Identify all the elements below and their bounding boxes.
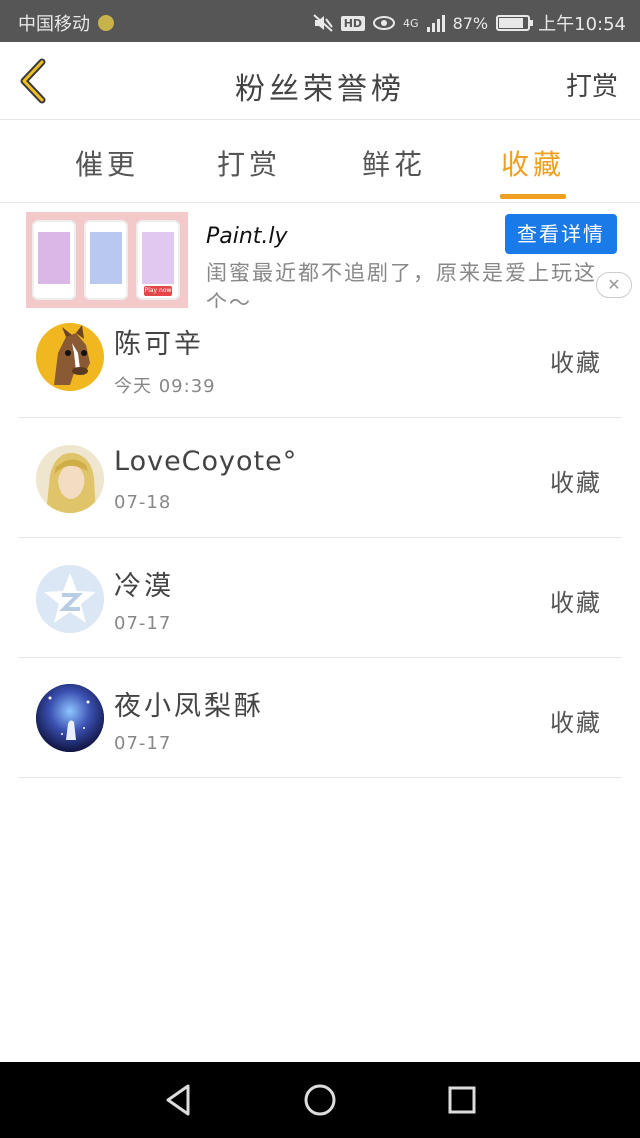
page-title: 粉丝荣誉榜 bbox=[235, 72, 405, 107]
ad-close-button[interactable]: ✕ bbox=[596, 272, 632, 298]
qq-zone-star-icon bbox=[36, 565, 104, 633]
ad-banner[interactable]: Play now Paint.ly 闺蜜最近都不追剧了，原来是爱上玩这个～ 查看… bbox=[0, 204, 640, 310]
status-bar: 中国移动 HD 4G 87% 上午10:54 bbox=[0, 0, 640, 42]
timestamp: 07-17 bbox=[114, 733, 172, 754]
tab-reward[interactable]: 打赏 bbox=[189, 143, 309, 183]
active-tab-indicator bbox=[500, 194, 566, 199]
ad-image: Play now bbox=[26, 212, 188, 308]
battery-percent: 87% bbox=[452, 13, 489, 33]
favorite-action[interactable]: 收藏 bbox=[550, 703, 602, 738]
user-name: 冷漠 bbox=[114, 571, 174, 602]
eye-comfort-icon bbox=[373, 16, 396, 30]
carrier-label: 中国移动 bbox=[18, 14, 90, 35]
timestamp: 07-18 bbox=[114, 492, 172, 513]
system-nav-bar bbox=[0, 1062, 640, 1138]
hd-badge: HD bbox=[340, 15, 366, 31]
back-nav-icon[interactable] bbox=[160, 1082, 196, 1118]
timestamp: 07-17 bbox=[114, 613, 172, 634]
ad-app-name: Paint.ly bbox=[206, 224, 288, 249]
avatar[interactable] bbox=[36, 323, 104, 391]
favorite-action[interactable]: 收藏 bbox=[550, 343, 602, 378]
tab-flowers[interactable]: 鲜花 bbox=[334, 143, 454, 183]
tab-urge-update[interactable]: 催更 bbox=[47, 143, 167, 183]
clock: 上午10:54 bbox=[538, 14, 626, 35]
app-header: 粉丝荣誉榜 打赏 bbox=[0, 42, 640, 120]
favorite-action[interactable]: 收藏 bbox=[550, 463, 602, 498]
avatar[interactable] bbox=[36, 684, 104, 752]
mute-icon bbox=[313, 14, 333, 32]
notification-icon bbox=[98, 15, 114, 31]
user-name: LoveCoyote° bbox=[114, 446, 298, 477]
ad-details-button[interactable]: 查看详情 bbox=[505, 214, 617, 254]
timestamp: 今天 09:39 bbox=[114, 376, 216, 397]
user-name: 夜小凤梨酥 bbox=[114, 691, 264, 722]
home-nav-icon[interactable] bbox=[302, 1082, 338, 1118]
favorites-list: 陈可辛 今天 09:39 收藏 LoveCoyote° 07-18 收藏 冷漠 … bbox=[18, 300, 622, 778]
list-item[interactable]: LoveCoyote° 07-18 收藏 bbox=[18, 418, 622, 538]
avatar[interactable] bbox=[36, 445, 104, 513]
recent-apps-nav-icon[interactable] bbox=[444, 1082, 480, 1118]
user-name: 陈可辛 bbox=[114, 329, 204, 360]
battery-icon bbox=[496, 15, 534, 31]
avatar[interactable] bbox=[36, 565, 104, 633]
favorite-action[interactable]: 收藏 bbox=[550, 583, 602, 618]
list-item[interactable]: 冷漠 07-17 收藏 bbox=[18, 538, 622, 658]
reward-button[interactable]: 打赏 bbox=[566, 66, 618, 103]
signal-icon bbox=[426, 14, 445, 32]
list-item[interactable]: 陈可辛 今天 09:39 收藏 bbox=[18, 300, 622, 418]
list-item[interactable]: 夜小凤梨酥 07-17 收藏 bbox=[18, 658, 622, 778]
tab-bar: 催更 打赏 鲜花 收藏 bbox=[0, 121, 640, 203]
play-now-label: Play now bbox=[144, 286, 172, 296]
network-label: 4G bbox=[403, 16, 419, 30]
tab-favorites[interactable]: 收藏 bbox=[473, 143, 593, 183]
